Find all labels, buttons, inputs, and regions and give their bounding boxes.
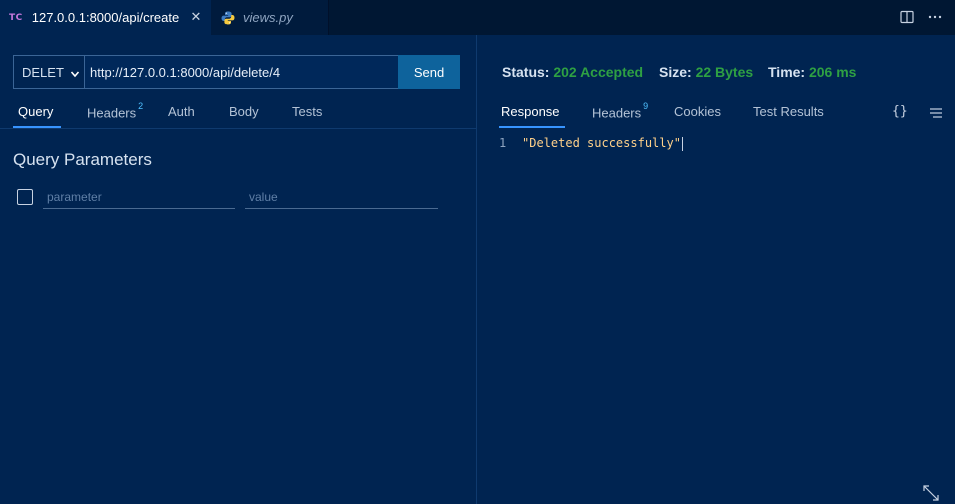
request-tabs: Query Headers 2 Auth Body Tests <box>0 99 476 129</box>
response-pane: Status: 202 Accepted Size: 22 Bytes Time… <box>478 35 955 504</box>
tab-response-headers-label: Headers <box>592 105 642 121</box>
tab-headers-label: Headers <box>87 105 137 121</box>
status-label: Status: <box>502 64 550 80</box>
split-editor-icon[interactable] <box>899 9 915 25</box>
size-label: Size: <box>659 64 692 80</box>
time-label: Time: <box>768 64 806 80</box>
active-tab-indicator <box>13 126 61 128</box>
tab-views-py[interactable]: views.py <box>211 0 329 35</box>
tab-body[interactable]: Body <box>229 104 259 119</box>
parameter-input[interactable]: parameter <box>43 185 235 209</box>
editor-tab-bar: TC 127.0.0.1:8000/api/create ✕ views.py <box>0 0 955 35</box>
tab-cookies[interactable]: Cookies <box>674 104 721 119</box>
active-tab-indicator <box>499 126 565 128</box>
tab-label: views.py <box>243 10 293 25</box>
send-button[interactable]: Send <box>398 55 460 89</box>
size-item: Size: 22 Bytes <box>659 64 753 80</box>
query-parameters-title: Query Parameters <box>13 150 152 169</box>
request-pane: DELETE http://127.0.0.1:8000/api/delete/… <box>0 35 477 504</box>
tab-query[interactable]: Query <box>18 104 53 119</box>
time-item: Time: 206 ms <box>768 64 856 80</box>
tab-auth[interactable]: Auth <box>168 104 195 119</box>
status-item: Status: 202 Accepted <box>502 64 643 80</box>
tab-label: 127.0.0.1:8000/api/create <box>31 10 180 25</box>
status-value: 202 Accepted <box>553 64 644 80</box>
param-enable-checkbox[interactable] <box>17 189 33 205</box>
headers-count-badge: 2 <box>138 101 144 111</box>
response-tabs: Response Headers 9 Cookies Test Results {… <box>478 99 955 129</box>
response-body-line: 1 "Deleted successfully" <box>478 135 955 153</box>
response-headers-count-badge: 9 <box>643 101 649 111</box>
value-input[interactable]: value <box>245 185 438 209</box>
size-value: 22 Bytes <box>695 64 754 80</box>
expand-icon[interactable] <box>922 484 940 502</box>
tab-headers[interactable]: Headers 2 <box>87 101 144 121</box>
format-json-icon[interactable]: {} <box>892 104 908 119</box>
close-icon[interactable]: ✕ <box>189 9 203 25</box>
url-input[interactable]: http://127.0.0.1:8000/api/delete/4 <box>84 55 399 89</box>
tab-response-headers[interactable]: Headers 9 <box>592 101 649 121</box>
response-body-text[interactable]: "Deleted successfully" <box>522 136 683 151</box>
tab-test-results[interactable]: Test Results <box>753 104 824 119</box>
chevron-down-icon <box>70 67 80 82</box>
method-value: DELETE <box>22 64 64 80</box>
text-cursor <box>681 136 683 151</box>
line-number: 1 <box>499 136 507 150</box>
menu-lines-icon[interactable] <box>929 107 943 123</box>
editor-actions <box>899 9 943 25</box>
python-icon <box>221 11 235 25</box>
time-value: 206 ms <box>808 64 857 80</box>
tab-tests[interactable]: Tests <box>292 104 322 119</box>
tab-api-create[interactable]: TC 127.0.0.1:8000/api/create ✕ <box>0 0 211 35</box>
response-body-string: "Deleted successfully" <box>522 136 681 150</box>
more-actions-icon[interactable] <box>927 9 943 25</box>
tab-response[interactable]: Response <box>501 104 560 119</box>
method-select[interactable]: DELETE <box>13 55 84 89</box>
thunder-client-icon: TC <box>9 12 23 23</box>
